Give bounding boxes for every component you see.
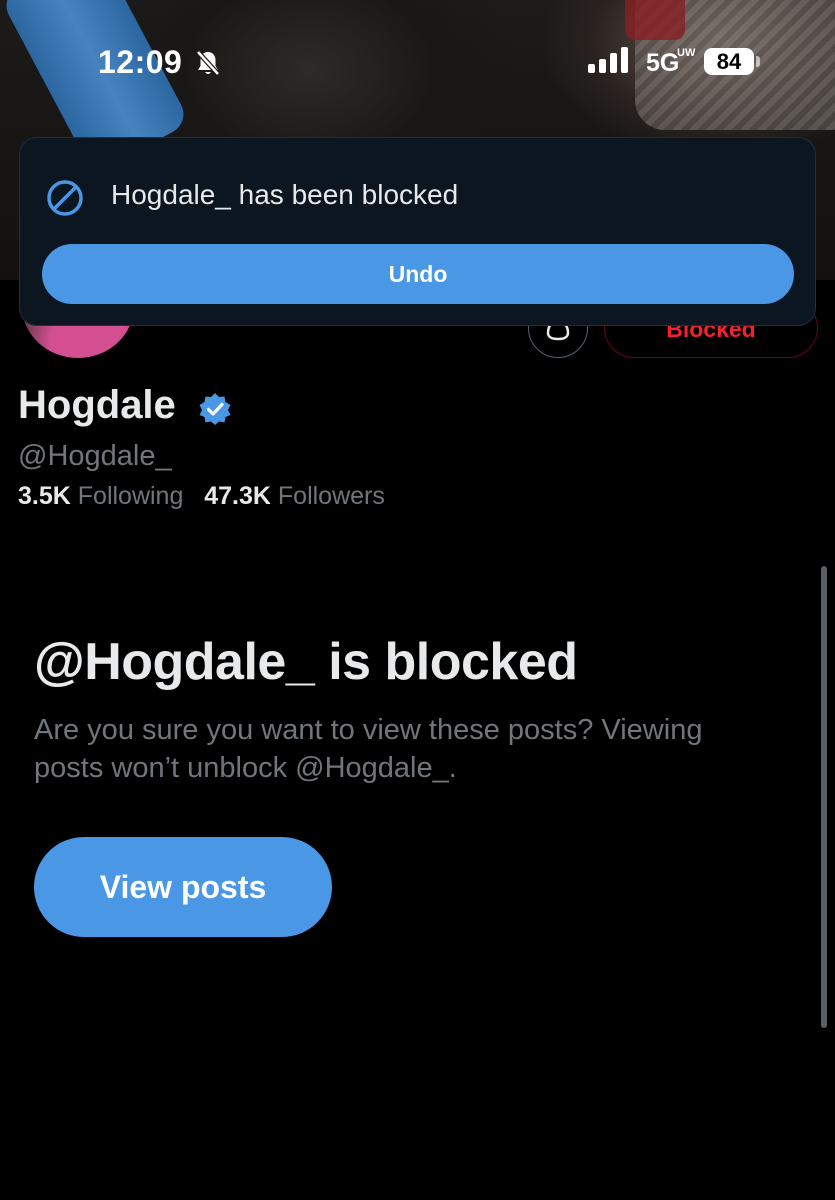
profile-name: Hogdale — [18, 383, 176, 427]
followers-label: Followers — [277, 482, 385, 510]
block-toast: Hogdale_ has been blocked Undo — [19, 137, 816, 326]
blocked-description: Are you sure you want to view these post… — [34, 714, 703, 784]
followers-link[interactable]: 47.3K Followers — [204, 482, 385, 510]
status-bar: 12:09 5G UW 84 — [0, 0, 835, 120]
scrollbar[interactable] — [821, 566, 827, 1028]
signal-icon — [588, 47, 628, 73]
following-link[interactable]: 3.5K Following — [18, 482, 183, 510]
profile-handle: @Hogdale_ — [18, 440, 172, 472]
network-type: 5G — [646, 49, 680, 77]
bell-slash-icon — [196, 50, 220, 76]
toast-message: Hogdale_ has been blocked — [111, 179, 459, 210]
blocked-title: @Hogdale_ is blocked — [34, 633, 578, 691]
following-count: 3.5K — [18, 482, 71, 510]
followers-count: 47.3K — [204, 482, 271, 510]
battery-level: 84 — [704, 48, 754, 75]
battery-tip — [756, 56, 760, 67]
undo-button[interactable]: Undo — [42, 244, 794, 304]
status-time: 12:09 — [98, 44, 183, 80]
following-label: Following — [77, 482, 184, 510]
profile-stats: 3.5K Following 47.3K Followers — [18, 482, 385, 511]
block-icon — [47, 180, 83, 216]
view-posts-button[interactable]: View posts — [34, 837, 332, 937]
verified-badge-icon[interactable] — [198, 392, 232, 426]
network-subtype: UW — [677, 47, 696, 59]
